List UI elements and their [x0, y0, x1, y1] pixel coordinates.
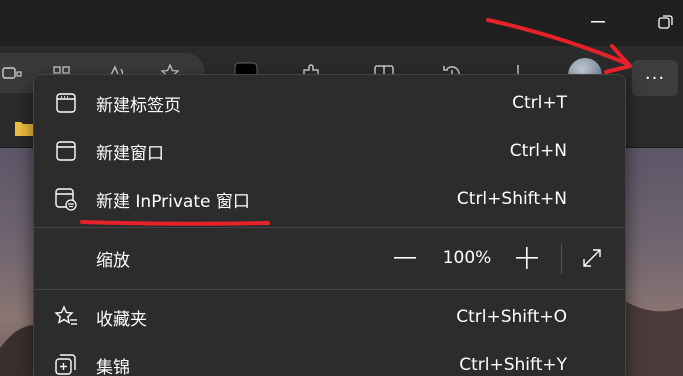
- menu-divider: [34, 227, 625, 228]
- menu-item-new-inprivate-window[interactable]: 新建 InPrivate 窗口 Ctrl+Shift+N: [34, 175, 625, 223]
- menu-item-favorites[interactable]: 收藏夹 Ctrl+Shift+O: [34, 293, 625, 341]
- zoom-label: 缩放: [96, 250, 130, 271]
- plus-icon: [516, 247, 538, 269]
- menu-item-shortcut: Ctrl+Shift+N: [456, 189, 567, 209]
- minus-icon: [394, 257, 416, 259]
- menu-item-label: 集锦: [96, 357, 130, 376]
- menu-item-shortcut: Ctrl+N: [509, 141, 567, 161]
- fullscreen-button[interactable]: [577, 243, 607, 273]
- menu-item-label: 新建 InPrivate 窗口: [96, 191, 250, 212]
- zoom-level: 100%: [442, 248, 492, 268]
- restore-button[interactable]: [652, 8, 680, 36]
- menu-item-shortcut: Ctrl+Shift+O: [456, 307, 567, 327]
- zoom-out-button[interactable]: [390, 243, 420, 273]
- annotation-underline: [80, 220, 270, 226]
- menu-item-label: 新建标签页: [96, 95, 181, 116]
- menu-item-zoom: 缩放 100%: [34, 234, 625, 282]
- menu-divider: [34, 289, 625, 290]
- favorites-icon: [54, 305, 78, 329]
- menu-item-shortcut: Ctrl+Shift+Y: [459, 355, 567, 375]
- new-window-icon: [54, 139, 78, 163]
- menu-item-new-tab[interactable]: 新建标签页 Ctrl+T: [34, 79, 625, 127]
- menu-item-label: 收藏夹: [96, 309, 147, 330]
- menu-item-new-window[interactable]: 新建窗口 Ctrl+N: [34, 127, 625, 175]
- restore-icon: [658, 15, 673, 29]
- collections-icon: [54, 353, 78, 376]
- menu-item-label: 新建窗口: [96, 143, 164, 164]
- new-tab-icon: [54, 91, 78, 115]
- view-icon[interactable]: [0, 61, 24, 85]
- more-icon: ···: [644, 67, 666, 89]
- menu-item-collections[interactable]: 集锦 Ctrl+Shift+Y: [34, 341, 625, 376]
- inprivate-window-icon: [54, 187, 78, 211]
- fullscreen-icon: [583, 249, 601, 267]
- zoom-divider: [561, 244, 562, 274]
- menu-item-shortcut: Ctrl+T: [512, 93, 567, 113]
- annotation-arrow: [486, 18, 632, 74]
- zoom-in-button[interactable]: [512, 243, 542, 273]
